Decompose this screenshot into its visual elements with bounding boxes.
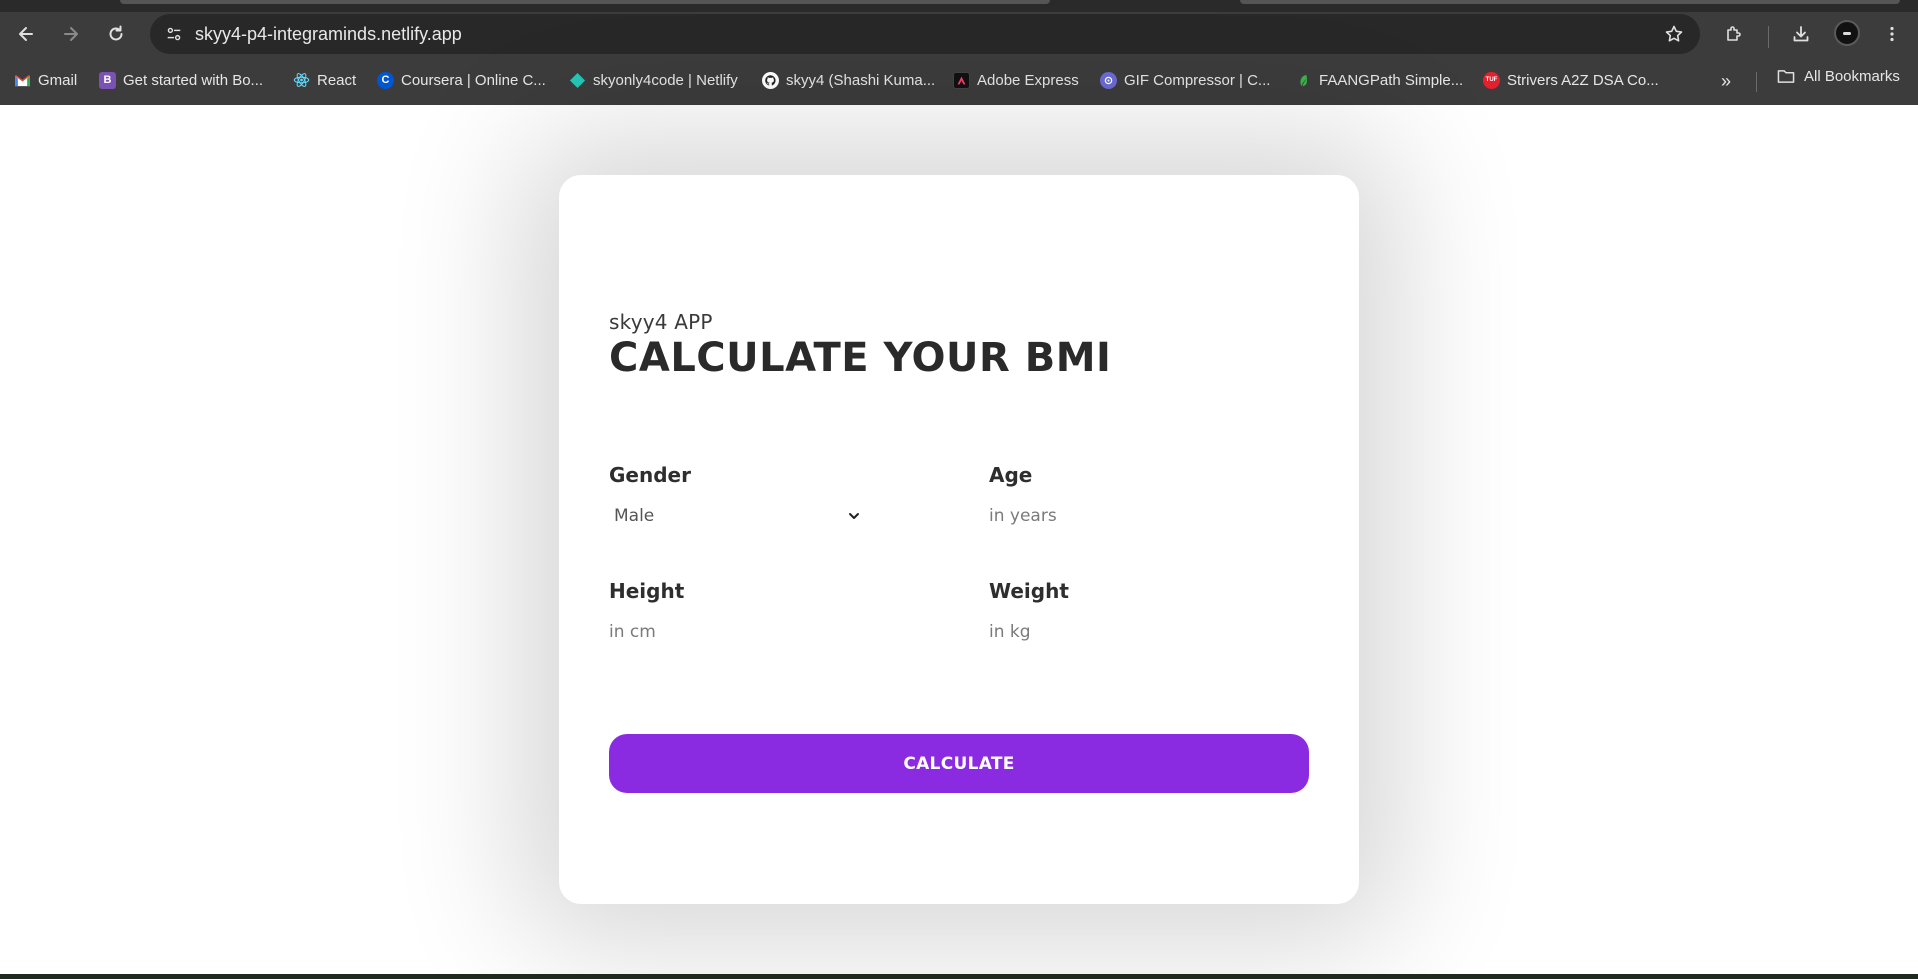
faangpath-icon xyxy=(1295,72,1312,89)
bookmarks-overflow-button[interactable]: » xyxy=(1715,70,1737,92)
bookmark-label: skyonly4code | Netlify xyxy=(593,71,738,89)
height-input[interactable] xyxy=(609,618,859,646)
page-viewport: skyy4 APP CALCULATE YOUR BMI Gender Male… xyxy=(0,105,1918,974)
url-text[interactable]: skyy4-p4-integraminds.netlify.app xyxy=(195,24,462,45)
bookmark-star-button[interactable] xyxy=(1658,18,1690,50)
weight-label: Weight xyxy=(989,579,1069,603)
bookmark-github[interactable]: skyy4 (Shashi Kuma... xyxy=(762,68,935,92)
folder-icon xyxy=(1777,70,1795,83)
react-icon xyxy=(293,72,310,89)
netlify-icon xyxy=(569,72,586,89)
bookmark-label: Adobe Express xyxy=(977,71,1079,89)
more-vertical-icon xyxy=(1890,26,1894,42)
toolbar-divider xyxy=(1768,26,1769,48)
bookmark-bootstrap[interactable]: B Get started with Bo... xyxy=(99,68,263,92)
puzzle-icon xyxy=(1727,26,1741,41)
gender-label: Gender xyxy=(609,463,691,487)
bookmark-label: FAANGPath Simple... xyxy=(1319,71,1464,89)
bookmark-react[interactable]: React xyxy=(293,68,356,92)
gender-selected-value: Male xyxy=(614,506,655,526)
age-label: Age xyxy=(989,463,1033,487)
all-bookmarks-button[interactable]: All Bookmarks xyxy=(1776,68,1900,85)
site-info-button[interactable] xyxy=(158,18,190,50)
all-bookmarks-label: All Bookmarks xyxy=(1804,68,1900,85)
downloads-button[interactable] xyxy=(1785,18,1817,50)
bookmark-label: Coursera | Online C... xyxy=(401,71,546,89)
adobe-express-icon xyxy=(953,71,970,89)
browser-chrome: skyy4-p4-integraminds.netlify.app Gmail … xyxy=(0,0,1918,105)
tune-icon xyxy=(167,27,181,41)
arrow-left-icon xyxy=(19,27,33,41)
weight-input[interactable] xyxy=(989,618,1239,646)
height-label: Height xyxy=(609,579,685,603)
reload-icon xyxy=(109,25,123,41)
bookmark-adobe-express[interactable]: Adobe Express xyxy=(953,68,1079,92)
tab-strip xyxy=(0,0,1918,12)
active-tab-edge[interactable] xyxy=(120,0,1050,4)
bookmarks-bar: Gmail B Get started with Bo... React C C… xyxy=(0,60,1918,98)
browser-toolbar: skyy4-p4-integraminds.netlify.app xyxy=(0,12,1918,56)
bookmark-strivers[interactable]: TUF Strivers A2Z DSA Co... xyxy=(1483,68,1659,92)
address-bar[interactable]: skyy4-p4-integraminds.netlify.app xyxy=(150,14,1700,54)
tuf-icon: TUF xyxy=(1483,71,1500,89)
bookmark-netlify[interactable]: skyonly4code | Netlify xyxy=(569,68,738,92)
github-icon xyxy=(762,71,779,89)
bookmark-gif-compressor[interactable]: GIF Compressor | C... xyxy=(1100,68,1270,92)
bootstrap-icon: B xyxy=(99,71,116,89)
reload-button[interactable] xyxy=(100,18,132,50)
download-icon xyxy=(1793,26,1809,42)
bookmark-label: Strivers A2Z DSA Co... xyxy=(1507,71,1659,89)
coursera-icon: C xyxy=(377,71,394,89)
gif-compressor-icon xyxy=(1100,71,1117,89)
bmi-card: skyy4 APP CALCULATE YOUR BMI Gender Male… xyxy=(559,175,1359,904)
extensions-button[interactable] xyxy=(1718,18,1750,50)
inactive-tab-edge[interactable] xyxy=(1240,0,1900,4)
bookmark-label: Gmail xyxy=(38,71,78,89)
browser-menu-button[interactable] xyxy=(1876,18,1908,50)
gender-select[interactable]: Male xyxy=(609,502,861,530)
forward-button[interactable] xyxy=(55,18,87,50)
bookmark-label: skyy4 (Shashi Kuma... xyxy=(786,71,936,89)
bookmarks-divider xyxy=(1756,72,1757,92)
chevron-down-icon xyxy=(849,513,859,519)
bookmark-label: GIF Compressor | C... xyxy=(1124,71,1271,89)
bookmark-label: Get started with Bo... xyxy=(123,71,264,89)
age-input[interactable] xyxy=(989,502,1239,530)
arrow-right-icon xyxy=(64,27,78,41)
calculate-button[interactable]: CALCULATE xyxy=(609,734,1309,793)
bookmark-faangpath[interactable]: FAANGPath Simple... xyxy=(1295,68,1463,92)
star-icon xyxy=(1665,25,1683,42)
bookmark-label: React xyxy=(317,71,357,89)
back-button[interactable] xyxy=(10,18,42,50)
bookmark-gmail[interactable]: Gmail xyxy=(14,68,77,92)
app-name: skyy4 APP xyxy=(609,310,713,334)
profile-avatar[interactable] xyxy=(1834,20,1860,46)
gmail-icon xyxy=(14,72,31,89)
page-title: CALCULATE YOUR BMI xyxy=(609,335,1112,381)
taskbar-edge xyxy=(0,974,1918,979)
bookmark-coursera[interactable]: C Coursera | Online C... xyxy=(377,68,546,92)
